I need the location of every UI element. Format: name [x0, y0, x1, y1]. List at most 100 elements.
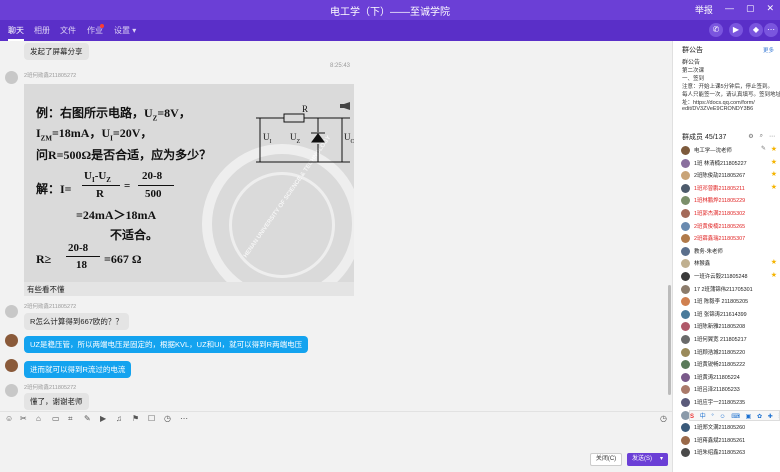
gear-icon[interactable]: ⚙: [748, 133, 753, 140]
member-row[interactable]: 1班蒋鑫斌211805261: [677, 435, 780, 446]
member-row[interactable]: 1班黄锐畅211805222: [677, 359, 780, 370]
member-row[interactable]: 1班朱绍鑫211805263: [677, 447, 780, 458]
avatar[interactable]: [681, 221, 690, 231]
close-button[interactable]: 关闭(C): [590, 453, 622, 466]
member-row[interactable]: 1班吕泽211805233: [677, 384, 780, 395]
avatar[interactable]: [5, 384, 18, 397]
tab-files[interactable]: 文件: [60, 25, 76, 36]
announcement-more-link[interactable]: 更多: [763, 46, 774, 54]
member-row[interactable]: 1班郑文满211805260: [677, 422, 780, 433]
member-row[interactable]: 一班许云毅211805248 ★: [677, 271, 780, 282]
announcement-line: 注意：开始上课5分钟后，停止签到。: [682, 84, 774, 90]
avatar[interactable]: [681, 309, 690, 319]
image-icon[interactable]: ⌗: [68, 414, 73, 424]
slide-unsuitable: 不适合。: [110, 228, 159, 242]
scissors-icon[interactable]: ✂: [20, 414, 27, 423]
member-row[interactable]: 2班陈俊劼211805267 ★: [677, 170, 780, 181]
more-icon[interactable]: ⋯: [764, 23, 778, 37]
pen-icon[interactable]: ✎: [84, 414, 91, 423]
member-row[interactable]: 1班邓曾鹏211805211 ★: [677, 183, 780, 194]
ime-toolbar[interactable]: S 中 ° ☺ ⌨ ▣ ✿ ✚ ☰: [689, 410, 780, 421]
avatar[interactable]: [681, 272, 690, 281]
emoji-icon[interactable]: ☺: [5, 414, 13, 423]
shared-screenshot[interactable]: HENAN UNIVERSITY OF SCIENCE & TECHNOLOGY…: [24, 84, 354, 282]
avatar[interactable]: [681, 448, 690, 458]
member-row[interactable]: 1班陈新雅211805208: [677, 321, 780, 332]
tab-album[interactable]: 相册: [34, 25, 50, 36]
send-dropdown-icon[interactable]: ▾: [660, 453, 663, 466]
ime-item[interactable]: ✿: [757, 414, 762, 420]
member-row[interactable]: 1班顾浩城211805220: [677, 347, 780, 358]
more-icon[interactable]: ⋯: [769, 133, 775, 140]
clock-icon[interactable]: ◷: [164, 414, 171, 423]
member-row[interactable]: 17 2班蒲锦伟211705301: [677, 284, 780, 295]
member-row[interactable]: 1班 林清楠211805227 ★: [677, 158, 780, 169]
chat-scrollbar[interactable]: [668, 285, 671, 395]
avatar[interactable]: [681, 435, 690, 445]
phone-icon[interactable]: ✆: [709, 23, 723, 37]
tab-chat[interactable]: 聊天: [8, 25, 24, 41]
member-row[interactable]: 1班何翼宽 211805217: [677, 334, 780, 345]
avatar[interactable]: [681, 259, 690, 269]
member-row[interactable]: 1班林鹏烨211805229: [677, 195, 780, 206]
member-row[interactable]: 2班薛鑫瑞211805307: [677, 233, 780, 244]
avatar[interactable]: [681, 297, 690, 307]
member-row[interactable]: 2班黄俊楠211805265: [677, 221, 780, 232]
ime-item[interactable]: ▣: [746, 414, 752, 420]
avatar[interactable]: [681, 246, 690, 256]
avatar[interactable]: [681, 360, 690, 370]
app-icon[interactable]: ◆: [749, 23, 763, 37]
ime-item[interactable]: ⌨: [731, 414, 740, 420]
avatar[interactable]: [681, 158, 690, 168]
ime-item[interactable]: ☺: [719, 414, 725, 420]
avatar[interactable]: [681, 322, 690, 332]
member-row[interactable]: 电工学—沈老师 ✎ ★: [677, 145, 780, 156]
ime-item[interactable]: °: [711, 414, 713, 420]
member-row[interactable]: 1班黄涛211805224: [677, 372, 780, 383]
avatar[interactable]: [681, 196, 690, 206]
avatar[interactable]: [681, 234, 690, 244]
maximize-button[interactable]: ▢: [746, 3, 755, 16]
member-row[interactable]: 1班郭杰满211805302: [677, 208, 780, 219]
search-icon[interactable]: ⌕: [760, 133, 763, 140]
ime-brand-icon[interactable]: S: [690, 414, 694, 420]
member-row[interactable]: 1班 陈毅李 211805205: [677, 296, 780, 307]
message-input[interactable]: [0, 425, 672, 472]
screenshot-icon[interactable]: ⌂: [36, 414, 41, 423]
avatar[interactable]: [681, 347, 690, 357]
minimize-button[interactable]: —: [725, 3, 734, 16]
avatar[interactable]: [681, 171, 690, 181]
video-icon[interactable]: ▶: [729, 23, 743, 37]
avatar[interactable]: [681, 385, 690, 395]
ime-item[interactable]: ✚: [768, 414, 773, 420]
avatar[interactable]: [681, 335, 690, 344]
member-row[interactable]: 教务-朱老师: [677, 246, 780, 257]
slide-result: =24mA＞18mA: [76, 208, 157, 222]
report-button[interactable]: 举报: [695, 3, 713, 16]
member-row[interactable]: 1班应宇一211805235: [677, 397, 780, 408]
avatar[interactable]: [681, 209, 690, 218]
send-button[interactable]: 发送(S) ▾: [627, 453, 668, 466]
avatar[interactable]: [5, 359, 18, 372]
more-tools-icon[interactable]: ⋯: [180, 414, 188, 423]
history-icon[interactable]: ◷: [660, 414, 667, 423]
flag-icon[interactable]: ⚑: [132, 414, 139, 423]
avatar[interactable]: [681, 423, 690, 433]
tab-settings[interactable]: 设置 ▾: [114, 25, 136, 36]
avatar[interactable]: [5, 334, 18, 347]
avatar[interactable]: [681, 372, 690, 382]
member-row[interactable]: 1班 张锦涛211614399: [677, 309, 780, 320]
video-icon[interactable]: ▶: [100, 414, 106, 423]
avatar[interactable]: [5, 305, 18, 318]
music-icon[interactable]: ♫: [116, 414, 122, 423]
avatar[interactable]: [681, 284, 690, 294]
member-row[interactable]: 林猴鑫 ★: [677, 258, 780, 269]
ime-item[interactable]: 中: [700, 414, 706, 420]
avatar[interactable]: [681, 146, 690, 155]
avatar[interactable]: [681, 183, 690, 193]
close-window-button[interactable]: ✕: [766, 3, 774, 16]
folder-icon[interactable]: ▭: [52, 414, 60, 423]
box-icon[interactable]: ☐: [148, 414, 155, 423]
avatar[interactable]: [681, 398, 690, 407]
avatar[interactable]: [5, 71, 18, 84]
